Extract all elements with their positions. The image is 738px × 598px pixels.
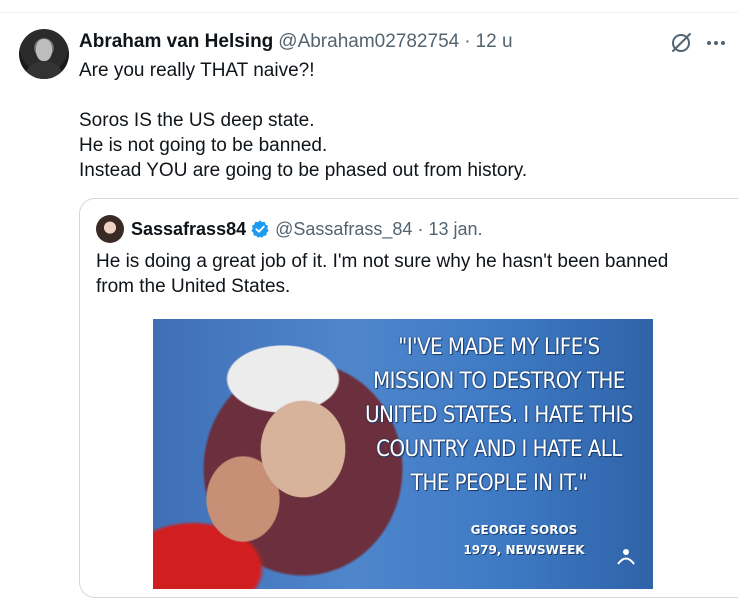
image-quote-text: "I'VE MADE MY LIFE'S MISSION TO DESTROY … <box>349 331 649 501</box>
quoted-post-header: Sassafrass84 @Sassafrass_84 · 13 jan. <box>131 216 483 242</box>
quoted-author-avatar[interactable] <box>96 215 124 243</box>
quoted-post-image[interactable]: "I'VE MADE MY LIFE'S MISSION TO DESTROY … <box>153 319 653 589</box>
top-divider <box>0 12 738 13</box>
quoted-post-card[interactable]: Sassafrass84 @Sassafrass_84 · 13 jan. He… <box>79 198 738 598</box>
author-avatar[interactable] <box>19 29 69 79</box>
image-quote-line: THE PEOPLE IN IT." <box>410 471 588 496</box>
post-line: Are you really THAT naive?! <box>79 60 315 81</box>
more-icon[interactable] <box>704 31 728 55</box>
image-quote-line: "I'VE MADE MY LIFE'S <box>398 335 600 360</box>
author-handle[interactable]: @Abraham02782754 <box>278 31 459 53</box>
author-name[interactable]: Abraham van Helsing <box>79 31 273 53</box>
quoted-post-text: He is doing a great job of it. I'm not s… <box>96 251 669 297</box>
post-line-gap <box>79 83 719 108</box>
image-attribution-name: GEORGE SOROS <box>470 523 578 537</box>
post-timestamp[interactable]: 12 u <box>476 31 513 53</box>
dot-separator: · <box>417 218 424 239</box>
post-line: Instead YOU are going to be phased out f… <box>79 160 528 181</box>
quoted-author-name[interactable]: Sassafrass84 <box>131 219 246 240</box>
post-header: Abraham van Helsing @Abraham02782754 · 1… <box>79 30 513 54</box>
post-line: He is not going to be banned. <box>79 135 328 156</box>
image-quote-line: UNITED STATES. I HATE THIS <box>365 403 633 428</box>
dot-separator: · <box>464 31 471 52</box>
image-quote-line: COUNTRY AND I HATE ALL <box>376 437 622 462</box>
image-attribution-source: 1979, NEWSWEEK <box>463 543 585 557</box>
quoted-author-handle[interactable]: @Sassafrass_84 <box>275 219 412 240</box>
network-logo-icon <box>617 549 635 565</box>
grok-icon[interactable] <box>668 31 694 55</box>
post-text: Are you really THAT naive?! Soros IS the… <box>79 58 719 183</box>
post-line: Soros IS the US deep state. <box>79 110 315 131</box>
quoted-post-timestamp[interactable]: 13 jan. <box>428 219 482 240</box>
image-quote-line: MISSION TO DESTROY THE <box>373 369 625 394</box>
verified-badge-icon <box>251 220 269 238</box>
